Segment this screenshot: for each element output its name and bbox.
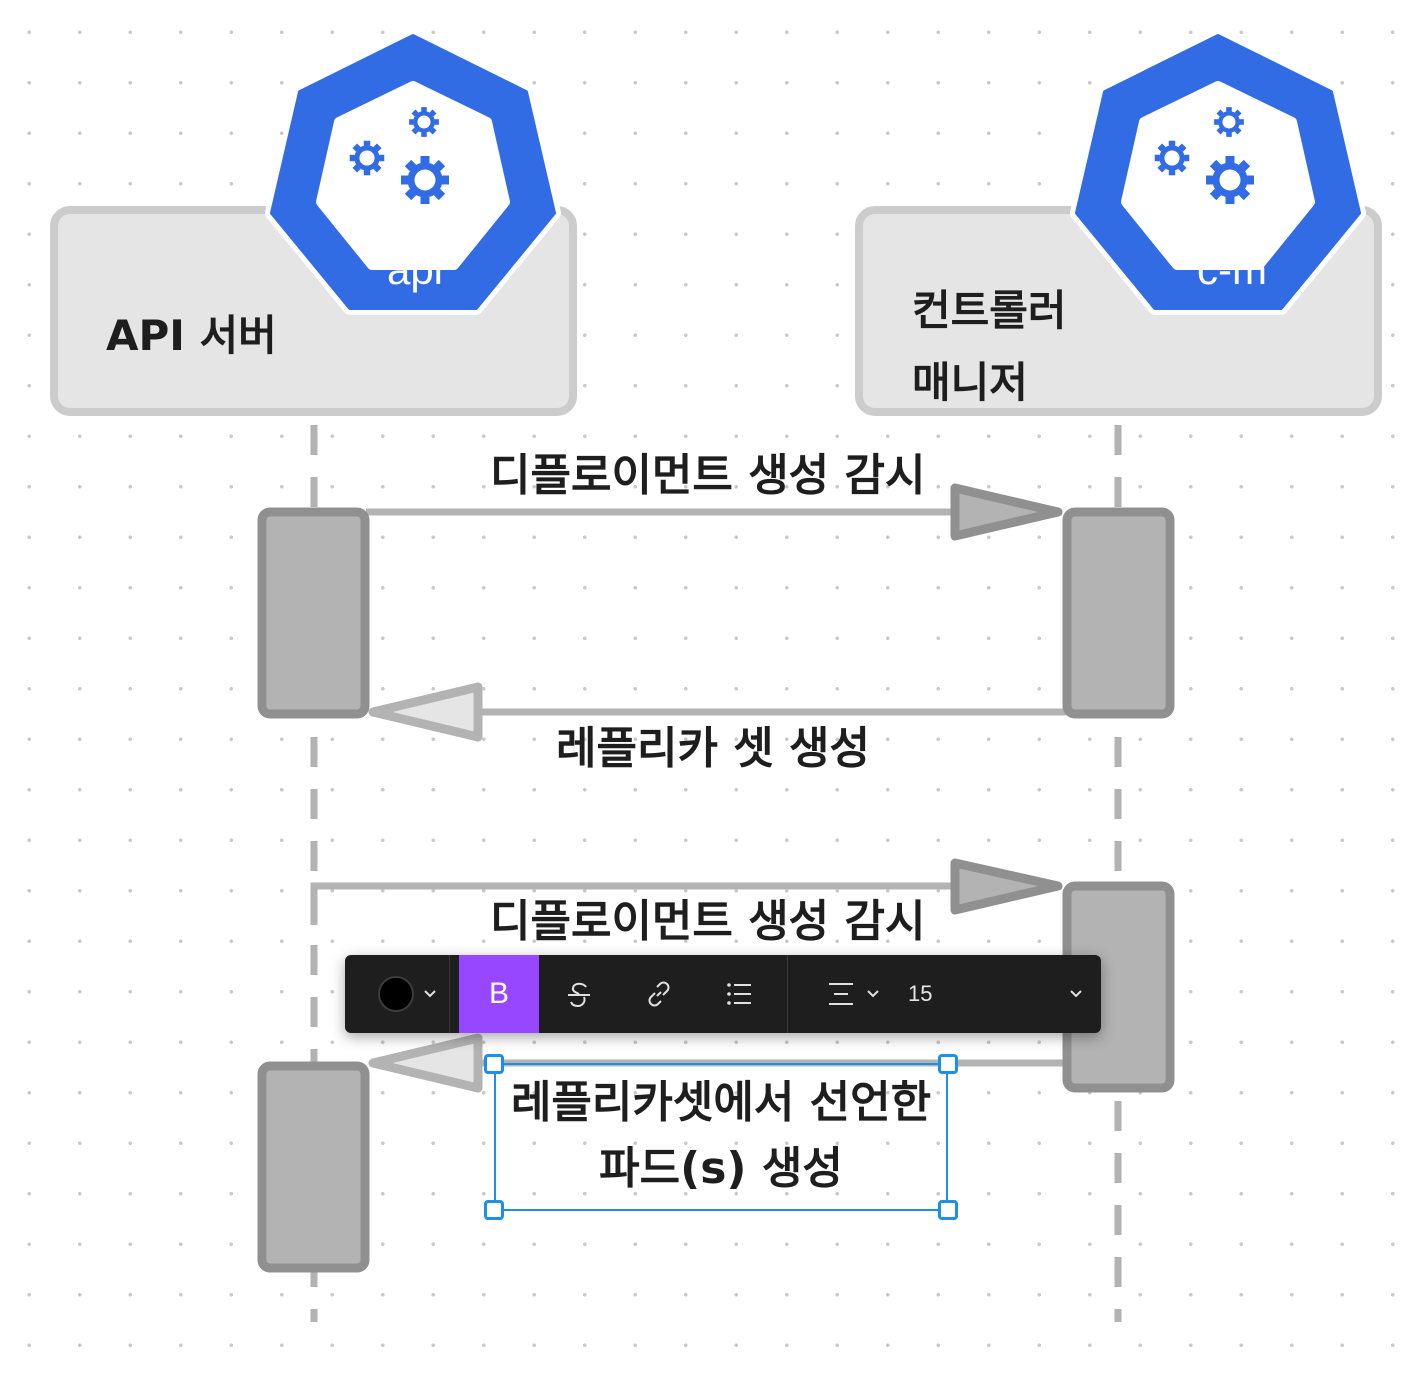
font-size-dropdown[interactable]: 15 <box>901 955 1101 1033</box>
resize-handle-bottom-right[interactable] <box>938 1200 958 1220</box>
selected-text-content[interactable]: 레플리카셋에서 선언한 파드(s) 생성 <box>494 1070 948 1202</box>
selected-text-line-2: 파드(s) 생성 <box>599 1143 843 1194</box>
bold-button-label: B <box>488 977 509 1010</box>
align-center-icon <box>829 983 853 1005</box>
message-arrow-2-head <box>368 682 483 742</box>
message-label-3[interactable]: 디플로이먼트 생성 감시 <box>490 893 925 950</box>
participant-label-controller: 컨트롤러 매니저 <box>912 275 1067 419</box>
link-button[interactable] <box>619 955 699 1033</box>
resize-handle-bottom-left[interactable] <box>484 1200 504 1220</box>
activation-bar-controller-1[interactable] <box>1062 507 1175 719</box>
text-color-picker[interactable] <box>345 955 449 1033</box>
font-size-value: 15 <box>908 981 933 1006</box>
resize-handle-top-left[interactable] <box>484 1054 504 1074</box>
toolbar-separator <box>449 955 450 1033</box>
bold-button[interactable]: B <box>459 955 539 1033</box>
list-icon <box>727 983 751 1005</box>
strikethrough-icon <box>568 982 590 1008</box>
text-formatting-toolbar: B 15 <box>345 955 1101 1033</box>
api-badge-label: api <box>387 246 443 293</box>
chevron-down-icon <box>1070 990 1082 998</box>
participant-label-api: API 서버 <box>106 311 277 360</box>
message-label-1[interactable]: 디플로이먼트 생성 감시 <box>490 447 925 504</box>
activation-bar-api-1[interactable] <box>257 507 370 719</box>
message-label-2[interactable]: 레플리카 셋 생성 <box>556 720 870 777</box>
chevron-down-icon <box>424 990 436 998</box>
text-align-dropdown[interactable] <box>813 955 893 1033</box>
text-color-swatch <box>378 976 414 1012</box>
participant-label-controller-line-1: 컨트롤러 <box>912 286 1067 335</box>
message-arrow-1-head <box>950 483 1063 541</box>
link-icon <box>648 981 670 1007</box>
resize-handle-top-right[interactable] <box>938 1054 958 1074</box>
api-badge: api <box>265 29 561 315</box>
message-arrow-4-head <box>368 1033 483 1093</box>
list-button[interactable] <box>699 955 779 1033</box>
chevron-down-icon <box>867 990 879 998</box>
participant-label-controller-line-2: 매니저 <box>912 358 1028 407</box>
strikethrough-button[interactable] <box>539 955 619 1033</box>
toolbar-separator <box>787 955 788 1033</box>
activation-bar-api-2[interactable] <box>257 1061 370 1273</box>
controller-badge-label: c-m <box>1197 246 1267 293</box>
message-arrow-3-head <box>950 858 1063 915</box>
controller-badge: c-m <box>1070 29 1366 315</box>
selected-text-line-1: 레플리카셋에서 선언한 <box>510 1077 932 1128</box>
